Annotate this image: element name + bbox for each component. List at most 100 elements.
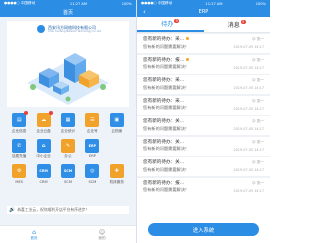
machine-icon: ✚ <box>109 164 124 178</box>
todo-item[interactable]: 您有新的待办：关... 您有新的问题需要解决！ ☺ 张一 2019-07-05 14:… <box>137 157 270 176</box>
app-label: ERP <box>88 154 96 158</box>
tab-messages-label: 消息 <box>227 22 240 29</box>
todo-title: 您有新的待办：报... <box>143 180 264 186</box>
app-label: 企业云盘 <box>36 128 51 133</box>
sender-name: 张一 <box>256 98 264 103</box>
isometric-city-illustration <box>27 53 109 105</box>
todo-title: 您有新的待办：关... <box>143 118 264 124</box>
app-item[interactable]: ▦ 企业统计 <box>56 113 80 134</box>
nav-bar: ‹ ERP <box>137 7 270 17</box>
todo-sender: ☺ 张一 <box>251 139 264 144</box>
sender-name: 张一 <box>256 180 264 185</box>
tab-todo[interactable]: 待办 9 <box>137 17 204 32</box>
todo-time: 2019-07-05 14:17 <box>233 147 264 152</box>
todo-title-text: 您有新的待办：报... <box>143 57 185 63</box>
sender-name: 张一 <box>256 139 264 144</box>
sender-name: 张一 <box>256 119 264 123</box>
todo-item[interactable]: 您有新的待办：关... 您有新的问题需要解决！ ☺ 张一 2019-07-05 14:… <box>137 136 270 156</box>
todo-sender: ☺ 张一 <box>251 180 264 185</box>
app-item[interactable]: ☰ 企业号 <box>80 113 104 134</box>
todo-title: 您有新的待办：报... <box>143 57 264 63</box>
battery-label: 100% <box>121 1 132 6</box>
tab-todo-label: 待办 <box>161 21 174 28</box>
carrier-label: ●●●●○ 中国移动 <box>141 1 173 5</box>
status-bar: ●●●●○ 中国移动 11:27 AM 100% <box>0 0 136 7</box>
app-item[interactable]: ✎ 办公 <box>56 138 80 160</box>
stats-icon: ▦ <box>60 113 75 127</box>
notification-dot <box>48 111 53 115</box>
app-label: 办公 <box>64 154 72 158</box>
tab-messages[interactable]: 消息 5 <box>204 17 271 32</box>
todo-time: 2019-07-05 14:17 <box>233 65 264 70</box>
unread-dot <box>186 37 190 40</box>
app-item[interactable]: ◎ SCM <box>80 164 104 185</box>
todo-title: 您有新的待办：关... <box>143 159 264 165</box>
app-item[interactable]: ⚙ MES <box>7 164 31 185</box>
erp-screen: ●●●●○ 中国移动 11:27 AM 100% ‹ ERP 待办 9 消息 5… <box>136 0 270 243</box>
todo-item[interactable]: 您有新的待办：采... 您有新的问题需要解决！ ☺ 张一 2019-07-05 14:… <box>137 75 270 94</box>
todo-item[interactable]: 您有新的待办：采... 您有新的问题需要解决！ ☺ 张一 2019-07-05 14:… <box>137 34 270 53</box>
page-title: ERP <box>198 9 209 15</box>
company-logo-row: 西安讯方网络科技有限公司 Xi'an Xunfang Network Techn… <box>7 21 129 33</box>
home-icon: ⌂ <box>32 228 36 236</box>
account-icon: ☰ <box>85 113 100 127</box>
todo-sender: ☺ 张一 <box>251 98 264 103</box>
todo-sender: ☺ 张一 <box>251 37 264 41</box>
unread-dot <box>186 57 190 61</box>
todo-title: 您有新的待办：采... <box>143 36 264 42</box>
notification-dot <box>24 111 29 115</box>
todo-item[interactable]: 您有新的待办：关... 您有新的问题需要解决！ ☺ 张一 2019-07-05 14:… <box>137 116 270 135</box>
company-banner[interactable]: 西安讯方网络科技有限公司 Xi'an Xunfang Network Techn… <box>7 21 129 107</box>
app-item[interactable]: SCM SCM <box>56 164 80 185</box>
notice-text: 恭喜工业云，祝你顺利开店平台有序进步！ <box>17 207 90 212</box>
todo-time: 2019-07-05 14:17 <box>233 106 264 111</box>
app-item[interactable]: CRM CRM <box>31 164 55 185</box>
company-name-en: Xi'an Xunfang Network Technology Co.,Ltd <box>48 30 102 33</box>
erp-icon: ERP <box>85 138 100 153</box>
sender-name: 张一 <box>256 78 264 82</box>
app-item[interactable]: ⌂ 中小企业 <box>31 138 55 160</box>
nav-bar: 首页 <box>0 7 136 17</box>
carrier-label: ●●●●○ 中国移动 <box>4 1 36 5</box>
app-item[interactable]: ✚ 机床服务 <box>105 164 129 185</box>
app-label: 企业统计 <box>60 128 76 133</box>
app-item[interactable]: ▣ 云档案 <box>105 113 129 134</box>
blank-icon <box>109 138 124 153</box>
todo-item[interactable]: 您有新的待办：报... 您有新的问题需要解决！ ☺ 张一 2019-07-05 14:… <box>137 177 270 197</box>
status-bar: ●●●●○ 中国移动 11:27 AM 100% <box>137 0 270 7</box>
app-item[interactable]: ☁ 企业云盘 <box>31 111 55 134</box>
enter-system-button[interactable]: 进入系统 <box>148 223 259 236</box>
todo-time: 2019-07-05 14:17 <box>233 168 264 172</box>
todo-time: 2019-07-05 14:17 <box>233 86 264 90</box>
page-title: 首页 <box>62 9 73 16</box>
app-label: MES <box>15 179 24 184</box>
tab-mine[interactable]: ☺ 我的 <box>68 226 136 243</box>
mes-icon: ⚙ <box>12 164 27 178</box>
todo-title: 您有新的待办：关... <box>143 139 264 145</box>
app-item[interactable]: ✆ 话费充值 <box>7 138 31 160</box>
office-icon: ✎ <box>60 138 75 153</box>
scm2-icon: ◎ <box>85 164 100 178</box>
tab-home[interactable]: ⌂ 首页 <box>0 226 68 243</box>
back-arrow-icon[interactable]: ‹ <box>143 8 146 16</box>
app-item[interactable]: ▤ 企业信息 <box>7 111 31 134</box>
app-label: CRM <box>39 179 48 184</box>
speaker-icon: 🔊 <box>9 207 16 213</box>
todo-list: 您有新的待办：采... 您有新的问题需要解决！ ☺ 张一 2019-07-05 14:… <box>137 33 270 197</box>
app-label: 企业号 <box>87 128 98 133</box>
app-item[interactable]: ERP ERP <box>80 138 104 160</box>
scm-icon: SCM <box>60 164 75 178</box>
todo-sender: ☺ 张一 <box>251 57 264 62</box>
todo-sender: ☺ 张一 <box>251 119 264 123</box>
app-label: 中小企业 <box>36 154 51 158</box>
notice-bar[interactable]: 🔊 恭喜工业云，祝你顺利开店平台有序进步！ <box>7 206 129 214</box>
todo-time: 2019-07-05 14:17 <box>233 127 264 131</box>
clock: 11:27 AM <box>69 1 87 6</box>
todo-count-badge: 9 <box>174 18 180 23</box>
todo-item[interactable]: 您有新的待办：报... 您有新的问题需要解决！ ☺ 张一 2019-07-05 14:… <box>137 54 270 74</box>
todo-item[interactable]: 您有新的待办：采... 您有新的问题需要解决！ ☺ 张一 2019-07-05 14:… <box>137 95 270 115</box>
home-screen: ●●●●○ 中国移动 11:27 AM 100% 首页 西安讯方网络科技有限公司… <box>0 0 136 243</box>
todo-time: 2019-07-05 14:17 <box>233 188 264 193</box>
app-label: 企业信息 <box>12 128 27 133</box>
app-label: SCM <box>64 179 72 184</box>
